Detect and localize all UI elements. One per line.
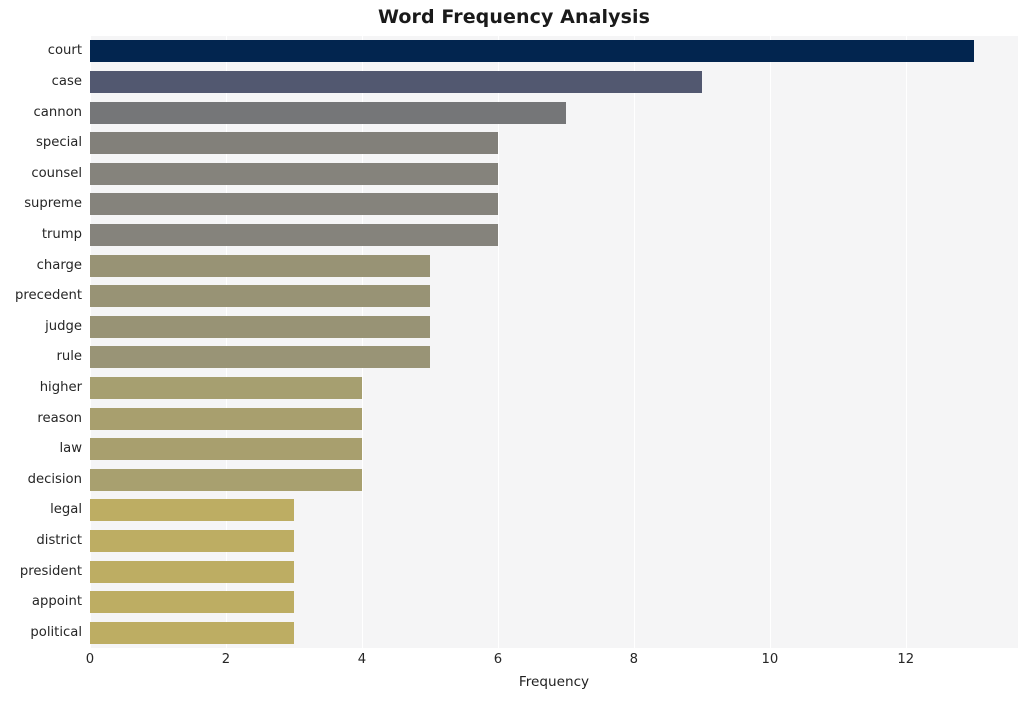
x-tick-label-10: 10 <box>761 652 779 667</box>
y-tick-label-precedent: precedent <box>15 288 82 304</box>
y-tick-label-case: case <box>51 73 82 89</box>
y-tick-label-law: law <box>59 441 82 457</box>
y-tick-label-appoint: appoint <box>31 594 82 610</box>
y-tick-label-rule: rule <box>56 349 82 365</box>
y-tick-label-district: district <box>36 532 82 548</box>
y-tick-label-supreme: supreme <box>24 196 82 212</box>
chart-title: Word Frequency Analysis <box>377 6 651 28</box>
x-tick-label-12: 12 <box>897 652 915 667</box>
y-tick-label-decision: decision <box>27 471 82 487</box>
x-tick-label-0: 0 <box>85 652 95 667</box>
x-tick-label-2: 2 <box>221 652 231 667</box>
x-tick-label-6: 6 <box>493 652 503 667</box>
x-axis-label: Frequency <box>518 674 590 690</box>
y-tick-label-cannon: cannon <box>33 104 82 120</box>
y-tick-label-higher: higher <box>39 379 82 395</box>
y-tick-label-judge: judge <box>45 318 82 334</box>
y-axis-labels: court case cannon special counsel supreme trum… <box>0 36 1028 648</box>
y-tick-label-reason: reason <box>37 410 82 426</box>
x-tick-label-8: 8 <box>629 652 639 667</box>
y-tick-label-political: political <box>30 624 82 640</box>
x-tick-label-4: 4 <box>357 652 367 667</box>
y-tick-label-president: president <box>19 563 82 579</box>
y-tick-label-counsel: counsel <box>31 165 82 181</box>
y-tick-label-trump: trump <box>41 226 82 242</box>
y-tick-label-charge: charge <box>36 257 82 273</box>
chart-figure: Word Frequency Analysis court case cannon s… <box>0 0 1028 701</box>
y-tick-label-legal: legal <box>50 502 82 518</box>
y-tick-label-court: court <box>47 43 82 59</box>
y-tick-label-special: special <box>35 135 82 151</box>
